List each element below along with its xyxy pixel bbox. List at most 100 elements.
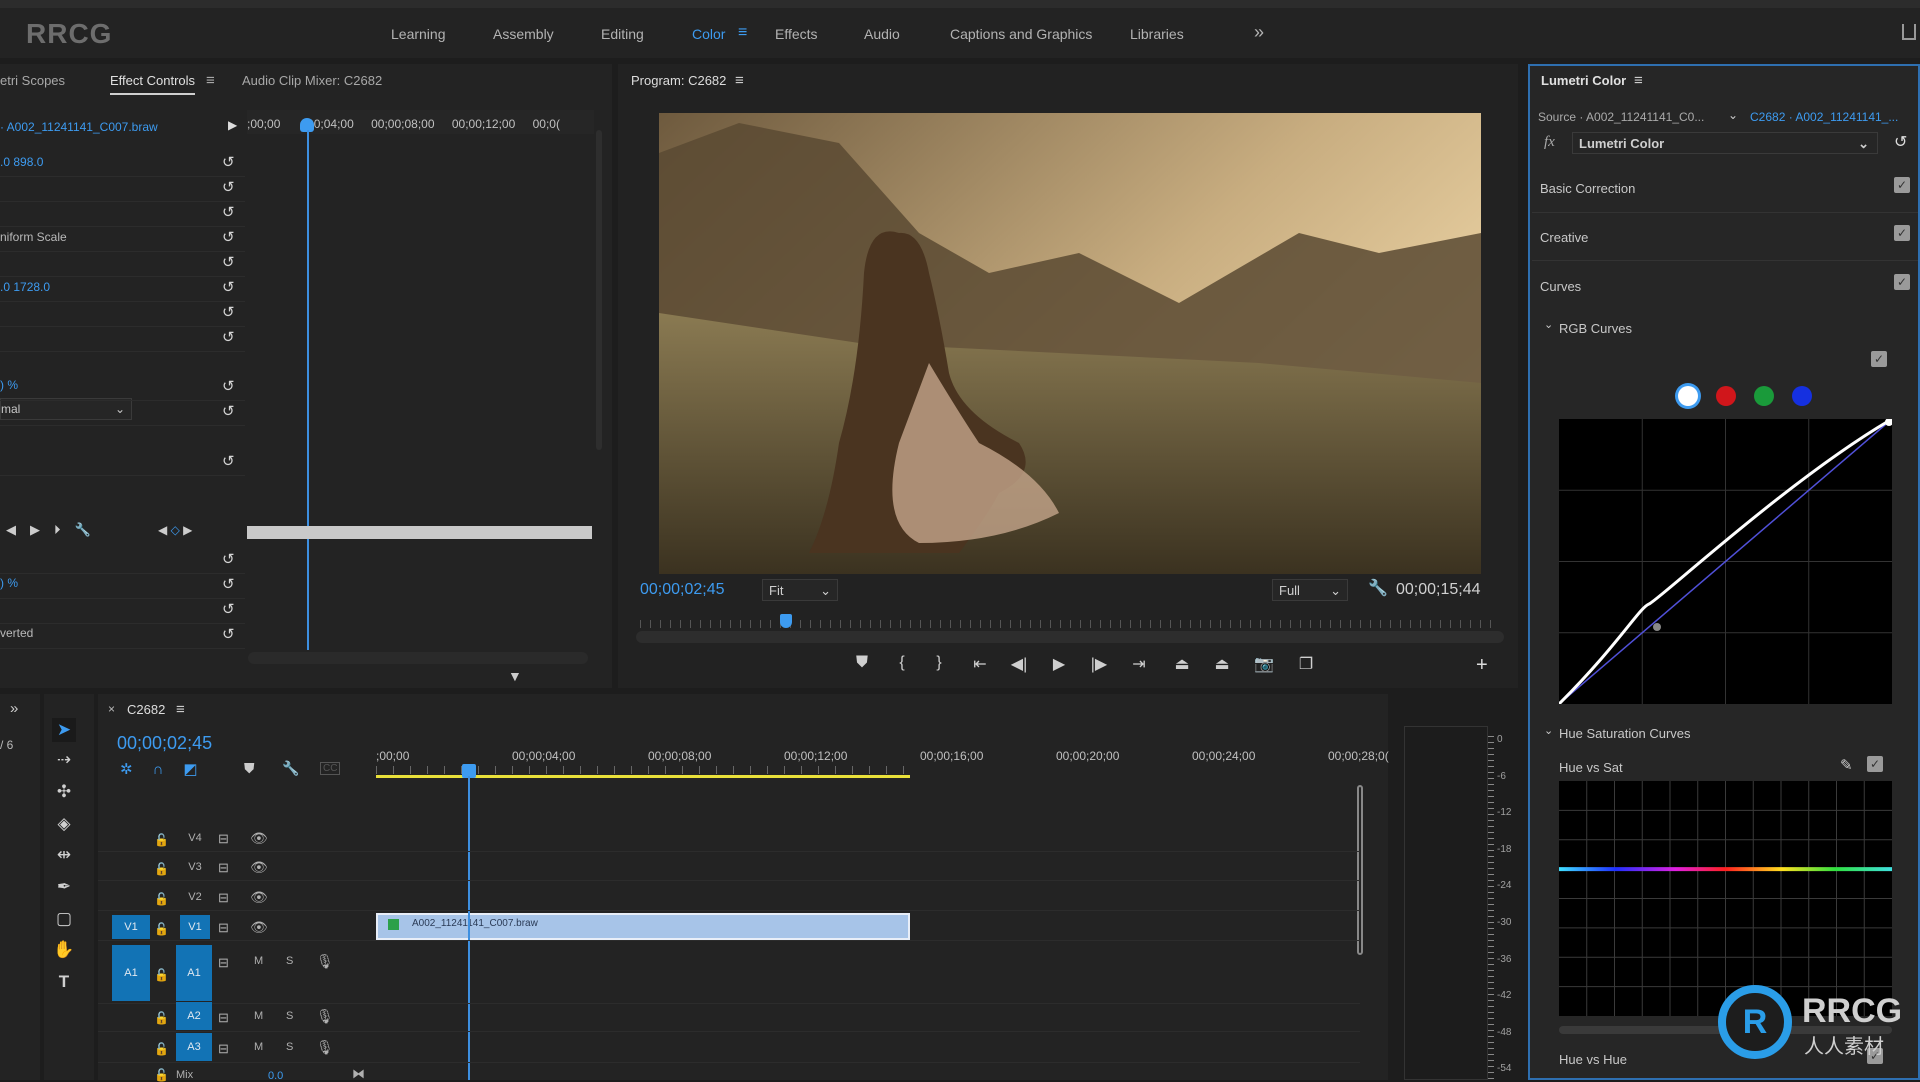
mute-button[interactable]: M — [254, 1010, 263, 1022]
sync-lock-icon[interactable]: ⊟ — [218, 1010, 229, 1026]
program-time-ruler[interactable] — [640, 620, 1500, 628]
reset-parameter-icon[interactable]: ↺ — [222, 305, 238, 320]
curve-channel-luma[interactable] — [1678, 386, 1698, 406]
workspace-learning[interactable]: Learning — [391, 26, 446, 42]
curve-channel-red[interactable] — [1716, 386, 1736, 406]
lock-icon[interactable]: 🔓 — [154, 862, 169, 876]
filter-icon[interactable]: ▼ — [508, 668, 522, 684]
rgb-curve-graph[interactable] — [1559, 419, 1892, 704]
wrench-icon[interactable]: 🔧 — [1368, 578, 1388, 598]
timeline-vertical-scrollbar[interactable] — [1357, 785, 1363, 955]
hue-vs-sat-graph[interactable] — [1559, 781, 1892, 1016]
lumetri-effect-select[interactable]: Lumetri Color ⌄ — [1572, 132, 1878, 154]
reset-parameter-icon[interactable]: ↺ — [222, 404, 238, 419]
lumetri-target[interactable]: C2682 · A002_11241141_... — [1750, 110, 1898, 124]
lock-icon[interactable]: 🔓 — [154, 968, 169, 982]
track-target-A2[interactable]: A2 — [176, 1002, 212, 1030]
reset-parameter-icon[interactable]: ↺ — [222, 602, 238, 617]
add-button-icon[interactable]: + — [1476, 654, 1488, 677]
type-tool-icon[interactable]: T — [52, 970, 76, 994]
solo-button[interactable]: S — [286, 955, 293, 967]
eyedropper-icon[interactable]: ✎ — [1840, 756, 1853, 774]
reset-parameter-icon[interactable]: ↺ — [222, 280, 238, 295]
source-patch-v1[interactable]: V1 — [112, 915, 150, 939]
mark-out-icon[interactable]: } — [927, 654, 951, 672]
workspace-assembly[interactable]: Assembly — [493, 26, 554, 42]
workspace-overflow-icon[interactable]: » — [1254, 22, 1264, 43]
hue-vs-sat-curve[interactable] — [1559, 867, 1892, 872]
play-triangle-icon[interactable]: ▶ — [228, 118, 237, 132]
mix-value[interactable]: 0.0 — [268, 1070, 283, 1082]
reset-parameter-icon[interactable]: ↺ — [222, 255, 238, 270]
add-marker-icon[interactable]: ⛊ — [850, 654, 874, 672]
track-target-V2[interactable]: V2 — [180, 885, 210, 909]
sync-lock-icon[interactable]: ⊟ — [218, 890, 229, 906]
tab-audio-clip-mixer[interactable]: Audio Clip Mixer: C2682 — [242, 73, 382, 88]
tab-lumetri-scopes[interactable]: etri Scopes — [0, 73, 65, 88]
lock-icon[interactable]: 🔓 — [154, 892, 169, 906]
timeline-timecode[interactable]: 00;00;02;45 — [117, 733, 212, 754]
sync-lock-icon[interactable]: ⊟ — [218, 1041, 229, 1057]
tab-effect-controls[interactable]: Effect Controls — [110, 73, 196, 95]
lock-icon[interactable]: 🔓 — [154, 922, 169, 936]
sequence-menu-icon[interactable]: ≡ — [176, 701, 185, 718]
curve-control-point[interactable] — [1653, 623, 1661, 631]
lumetri-source[interactable]: Source · A002_11241141_C0... — [1538, 110, 1704, 124]
eye-icon[interactable]: 👁 — [250, 859, 268, 876]
lock-icon[interactable]: 🔓 — [154, 1042, 169, 1056]
track-select-tool-icon[interactable]: ⇢ — [52, 748, 76, 772]
rgb-curves-checkbox[interactable]: ✓ — [1871, 351, 1887, 367]
sync-lock-icon[interactable]: ⊟ — [218, 831, 229, 847]
workspace-color[interactable]: Color — [692, 26, 725, 42]
microphone-icon[interactable]: 🎙 — [316, 953, 334, 970]
ec-clip-bar[interactable] — [247, 526, 592, 539]
chevron-down-icon[interactable]: ⌄ — [1728, 108, 1738, 122]
program-playhead[interactable] — [780, 614, 793, 628]
workspace-editing[interactable]: Editing — [601, 26, 644, 42]
program-current-timecode[interactable]: 00;00;02;45 — [640, 581, 725, 599]
curve-channel-green[interactable] — [1754, 386, 1774, 406]
section-basic-correction[interactable]: Basic Correction — [1540, 181, 1635, 196]
track-target-A3[interactable]: A3 — [176, 1033, 212, 1061]
mute-button[interactable]: M — [254, 955, 263, 967]
speed-value[interactable]: ) % — [0, 576, 18, 590]
reset-parameter-icon[interactable]: ↺ — [222, 155, 238, 170]
timeline-clip[interactable]: A002_11241141_C007.braw — [376, 913, 910, 940]
go-to-out-icon[interactable]: ⇥ — [1127, 654, 1151, 674]
chevron-down-icon[interactable]: ⌄ — [1544, 318, 1553, 331]
track-target-V3[interactable]: V3 — [180, 855, 210, 879]
program-zoom-scrollbar[interactable] — [636, 631, 1504, 643]
workspace-effects[interactable]: Effects — [775, 26, 818, 42]
mark-in-icon[interactable]: { — [890, 654, 914, 672]
pen-tool-icon[interactable]: ✒ — [52, 875, 76, 899]
ripple-edit-tool-icon[interactable]: ✣ — [52, 780, 76, 804]
step-back-icon[interactable]: ◀| — [1007, 654, 1031, 674]
workspace-libraries[interactable]: Libraries — [1130, 26, 1184, 42]
blend-mode-select[interactable]: mal ⌄ — [0, 398, 132, 420]
keyframe-transport[interactable]: ◀▶⏵🔧 — [6, 522, 105, 538]
rgb-curves-label[interactable]: RGB Curves — [1559, 321, 1632, 336]
rectangle-tool-icon[interactable]: ▢ — [52, 907, 76, 931]
go-to-in-icon[interactable]: ⇤ — [968, 654, 992, 674]
lumetri-menu-icon[interactable]: ≡ — [1634, 72, 1643, 89]
keyframe-nav[interactable]: ◀ ◇ ▶ — [158, 523, 192, 537]
microphone-icon[interactable]: 🎙 — [316, 1039, 334, 1056]
close-sequence-icon[interactable]: × — [108, 702, 115, 716]
lift-icon[interactable]: ⏏ — [1170, 654, 1194, 674]
panel-menu-icon[interactable]: ≡ — [206, 72, 215, 89]
sync-lock-icon[interactable]: ⊟ — [218, 860, 229, 876]
track-target-A1[interactable]: A1 — [176, 945, 212, 1001]
program-video-frame[interactable] — [659, 113, 1481, 574]
razor-tool-icon[interactable]: ◈ — [52, 812, 76, 836]
sync-lock-icon[interactable]: ⊟ — [218, 955, 229, 971]
curve-channel-blue[interactable] — [1792, 386, 1812, 406]
position-value[interactable]: .0 898.0 — [0, 155, 43, 169]
work-area-bar[interactable] — [376, 775, 910, 778]
comparison-view-icon[interactable]: ❐ — [1294, 654, 1318, 674]
reset-parameter-icon[interactable]: ↺ — [222, 577, 238, 592]
reset-parameter-icon[interactable]: ↺ — [222, 379, 238, 394]
sync-lock-icon[interactable]: ⊟ — [218, 920, 229, 936]
timeline-tool-toggles[interactable]: ✲∩◩ — [120, 760, 218, 778]
reset-parameter-icon[interactable]: ↺ — [222, 330, 238, 345]
step-forward-icon[interactable]: |▶ — [1087, 654, 1111, 674]
